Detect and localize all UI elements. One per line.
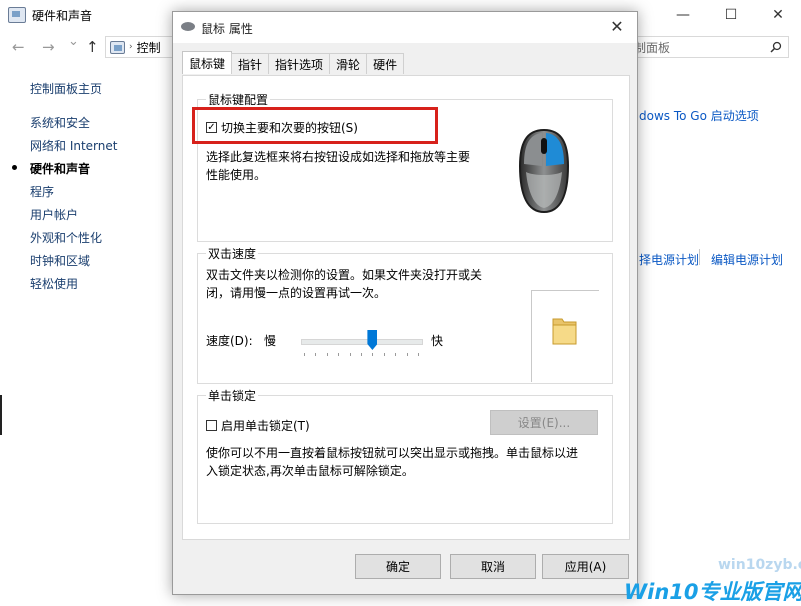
click-lock-row: 启用单击锁定(T) bbox=[206, 417, 310, 434]
search-box[interactable]: 制面板 bbox=[628, 36, 789, 58]
up-arrow-icon[interactable]: ↑ bbox=[86, 38, 99, 56]
slider-tick bbox=[372, 353, 374, 356]
back-arrow-icon[interactable]: ← bbox=[12, 38, 25, 56]
windows-to-go-link[interactable]: dows To Go 启动选项 bbox=[639, 107, 759, 124]
slider-tick bbox=[304, 353, 305, 356]
sidebar-item-ease-of-access[interactable]: 轻松使用 bbox=[30, 275, 78, 292]
close-window-button[interactable]: ✕ bbox=[755, 0, 801, 30]
mouse-icon bbox=[181, 22, 195, 31]
button-config-description: 选择此复选框来将右按钮设成如选择和拖放等主要 性能使用。 bbox=[206, 150, 471, 182]
slider-tick bbox=[338, 353, 340, 356]
slider-tick bbox=[406, 353, 408, 356]
sidebar-item-user-accounts[interactable]: 用户帐户 bbox=[30, 206, 78, 223]
slider-tick bbox=[349, 353, 351, 356]
tab-buttons[interactable]: 鼠标键 bbox=[182, 51, 233, 74]
speed-slider-track[interactable] bbox=[301, 339, 423, 345]
click-lock-label: 单击锁定 bbox=[206, 387, 259, 404]
watermark-brand: Win10专业版官网 bbox=[624, 580, 801, 604]
slider-tick bbox=[315, 353, 317, 356]
button-configuration-label: 鼠标键配置 bbox=[206, 91, 271, 108]
test-folder-icon[interactable] bbox=[550, 315, 580, 347]
background-window-title-text: 硬件和声音 bbox=[32, 8, 93, 23]
dialog-close-button[interactable]: ✕ bbox=[605, 16, 629, 38]
double-click-speed-label: 双击速度 bbox=[206, 245, 259, 262]
sidebar-item-programs[interactable]: 程序 bbox=[30, 183, 54, 200]
edit-power-plan-link[interactable]: 编辑电源计划 bbox=[711, 251, 783, 268]
ok-button[interactable]: 确定 bbox=[355, 554, 441, 579]
choose-power-plan-link[interactable]: 择电源计划 bbox=[639, 251, 699, 268]
click-lock-description: 使你可以不用一直按着鼠标按钮就可以突出显示或拖拽。单击鼠标以进 入锁定状态,再次… bbox=[206, 446, 579, 478]
double-click-description: 双击文件夹以检测你的设置。如果文件夹没打开或关 闭，请用慢一点的设置再试一次。 bbox=[206, 268, 483, 300]
minimize-button[interactable]: — bbox=[660, 0, 706, 30]
recent-dropdown-icon[interactable]: ⌄ bbox=[68, 34, 79, 49]
watermark-url: win10zyb.com bbox=[718, 557, 801, 573]
address-chevron-icon: › bbox=[129, 42, 133, 52]
link-separator bbox=[699, 249, 700, 265]
slow-label: 慢 bbox=[264, 334, 277, 348]
sidebar-item-hardware-sound[interactable]: 硬件和声音 bbox=[12, 160, 90, 177]
maximize-button[interactable]: ☐ bbox=[708, 0, 754, 30]
control-panel-icon bbox=[8, 7, 26, 23]
click-lock-settings-button[interactable]: 设置(E)... bbox=[490, 410, 598, 435]
tab-strip: 鼠标键 指针 指针选项 滑轮 硬件 bbox=[182, 51, 405, 75]
address-control-panel-icon bbox=[110, 40, 125, 54]
double-click-test-area[interactable] bbox=[531, 290, 599, 382]
tab-pointer-options[interactable]: 指针选项 bbox=[268, 53, 331, 74]
cancel-button[interactable]: 取消 bbox=[450, 554, 536, 579]
click-lock-checkbox-label[interactable]: 启用单击锁定(T) bbox=[221, 417, 310, 434]
slider-tick bbox=[418, 353, 419, 356]
highlight-annotation bbox=[192, 107, 438, 144]
dialog-titlebar[interactable]: 鼠标 属性 ✕ bbox=[173, 12, 637, 43]
forward-arrow-icon[interactable]: → bbox=[42, 38, 55, 56]
tab-wheel[interactable]: 滑轮 bbox=[329, 53, 368, 74]
apply-button[interactable]: 应用(A) bbox=[542, 554, 629, 579]
speed-label: 速度(D): bbox=[206, 334, 253, 348]
address-text: 控制 bbox=[136, 40, 161, 55]
slider-tick bbox=[395, 353, 397, 356]
sidebar-item-appearance[interactable]: 外观和个性化 bbox=[30, 229, 102, 246]
click-lock-checkbox[interactable] bbox=[206, 420, 217, 431]
tab-pointers[interactable]: 指针 bbox=[231, 53, 270, 74]
left-edge-marker bbox=[0, 395, 2, 435]
slider-tick bbox=[383, 353, 385, 356]
sidebar-item-clock-region[interactable]: 时钟和区域 bbox=[30, 252, 90, 269]
sidebar-item-home[interactable]: 控制面板主页 bbox=[30, 80, 102, 97]
dialog-title: 鼠标 属性 bbox=[201, 22, 253, 36]
mouse-illustration-icon bbox=[518, 128, 570, 214]
tab-hardware[interactable]: 硬件 bbox=[366, 53, 405, 74]
search-placeholder: 制面板 bbox=[634, 40, 671, 55]
fast-label: 快 bbox=[431, 334, 444, 348]
sidebar-item-network[interactable]: 网络和 Internet bbox=[30, 137, 117, 154]
active-bullet-icon bbox=[12, 165, 17, 170]
slider-tick bbox=[326, 353, 328, 356]
slider-tick bbox=[361, 353, 362, 356]
sidebar-item-system-security[interactable]: 系统和安全 bbox=[30, 114, 90, 131]
address-bar[interactable]: › 控制 bbox=[105, 36, 174, 58]
search-icon bbox=[770, 41, 782, 53]
background-window-title: 硬件和声音 bbox=[8, 5, 92, 25]
